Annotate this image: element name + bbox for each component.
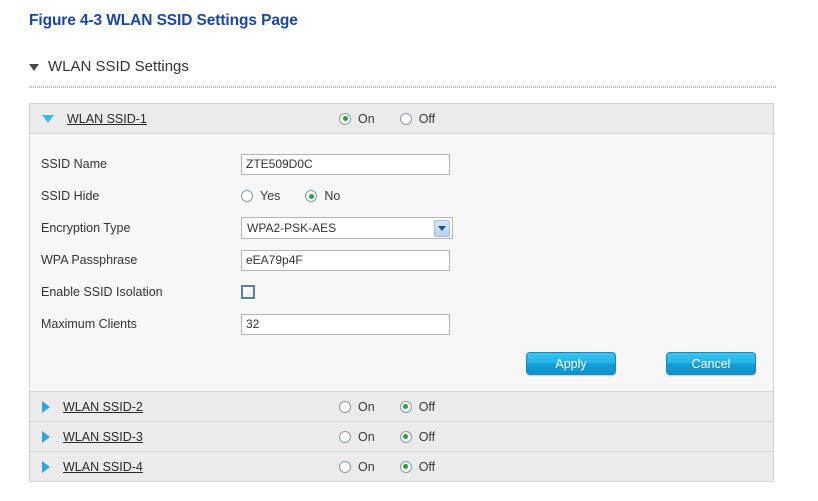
ssid-link-1[interactable]: WLAN SSID-1 (67, 112, 147, 126)
power-radio-group-3: On Off (339, 422, 435, 451)
ssid-header-2[interactable]: WLAN SSID-2 On Off (30, 392, 773, 422)
ssid-link-3[interactable]: WLAN SSID-3 (63, 430, 143, 444)
radio-off-1[interactable]: Off (399, 111, 436, 126)
radio-label-off-1: Off (418, 111, 436, 126)
ssid-name-input[interactable]: ZTE509D0C (241, 153, 450, 175)
row-maximum-clients: Maximum Clients 32 (30, 308, 773, 340)
ssid-link-4[interactable]: WLAN SSID-4 (63, 460, 143, 474)
maximum-clients-input[interactable]: 32 (241, 313, 450, 335)
encryption-type-value: WPA2-PSK-AES (247, 221, 337, 235)
radio-indicator-off-2[interactable] (399, 400, 412, 413)
row-ssid-hide: SSID Hide Yes No (30, 180, 773, 212)
triangle-right-icon[interactable] (42, 430, 50, 443)
radio-label-off-3: Off (418, 429, 436, 444)
radio-indicator-off-1[interactable] (399, 112, 412, 125)
radio-off-2[interactable]: Off (399, 399, 436, 414)
encryption-type-select[interactable]: WPA2-PSK-AES (241, 217, 453, 239)
radio-on-2[interactable]: On (339, 400, 375, 414)
ssid-header-3[interactable]: WLAN SSID-3 On Off (30, 422, 773, 452)
radio-indicator-off-4[interactable] (399, 460, 412, 473)
radio-label-on-4: On (358, 459, 375, 474)
power-radio-group-4: On Off (339, 452, 435, 481)
label-ssid-name: SSID Name (41, 157, 107, 171)
cancel-button[interactable]: Cancel (666, 352, 756, 375)
ssid-link-2[interactable]: WLAN SSID-2 (63, 400, 143, 414)
radio-on-1[interactable]: On (339, 112, 375, 126)
radio-label-on-2: On (358, 399, 375, 414)
row-ssid-isolation: Enable SSID Isolation (30, 276, 773, 308)
radio-indicator-off-3[interactable] (399, 430, 412, 443)
radio-indicator-on-4[interactable] (339, 460, 351, 473)
row-ssid-name: SSID Name ZTE509D0C (30, 148, 773, 180)
radio-label-hide-yes: Yes (260, 189, 281, 203)
power-radio-group-2: On Off (339, 392, 435, 421)
ssid-header-4[interactable]: WLAN SSID-4 On Off (30, 452, 773, 482)
radio-off-4[interactable]: Off (399, 459, 436, 474)
radio-on-4[interactable]: On (339, 460, 375, 474)
radio-indicator-on-2[interactable] (339, 400, 351, 413)
radio-label-on-1: On (358, 111, 375, 126)
radio-indicator-hide-yes[interactable] (241, 190, 253, 202)
ssid-isolation-checkbox[interactable] (241, 285, 255, 299)
radio-on-3[interactable]: On (339, 430, 375, 444)
form-actions: Apply Cancel (30, 352, 773, 375)
triangle-right-icon[interactable] (42, 460, 50, 473)
radio-indicator-on-3[interactable] (339, 430, 351, 443)
radio-hide-yes[interactable]: Yes (241, 189, 280, 203)
chevron-down-icon[interactable] (434, 219, 450, 237)
ssid-header-1[interactable]: WLAN SSID-1 On Off (30, 104, 773, 134)
label-ssid-hide: SSID Hide (41, 189, 100, 203)
triangle-down-icon (29, 64, 39, 71)
row-encryption-type: Encryption Type WPA2-PSK-AES (30, 212, 773, 244)
page-title: Figure 4-3 WLAN SSID Settings Page (29, 12, 298, 29)
radio-label-off-2: Off (418, 399, 436, 414)
radio-indicator-hide-no[interactable] (305, 190, 318, 202)
power-radio-group-1: On Off (339, 104, 435, 133)
ssid-hide-radio-group: Yes No (241, 189, 340, 203)
label-wpa-passphrase: WPA Passphrase (41, 253, 138, 267)
wlan-ssid-panel: WLAN SSID-1 On Off SSID Name ZTE509D0C S… (29, 103, 774, 482)
radio-indicator-on-1[interactable] (339, 112, 351, 125)
ssid-form-1: SSID Name ZTE509D0C SSID Hide Yes No Enc… (30, 134, 773, 392)
section-divider (29, 86, 776, 88)
row-wpa-passphrase: WPA Passphrase eEA79p4F (30, 244, 773, 276)
triangle-down-icon[interactable] (42, 114, 54, 123)
label-maximum-clients: Maximum Clients (41, 317, 137, 331)
radio-label-hide-no: No (324, 189, 341, 203)
radio-off-3[interactable]: Off (399, 429, 436, 444)
radio-label-off-4: Off (418, 459, 436, 474)
label-ssid-isolation: Enable SSID Isolation (41, 285, 163, 299)
radio-hide-no[interactable]: No (305, 189, 340, 203)
triangle-right-icon[interactable] (42, 400, 50, 413)
wpa-passphrase-input[interactable]: eEA79p4F (241, 249, 450, 271)
section-title: WLAN SSID Settings (48, 58, 189, 75)
section-header[interactable]: WLAN SSID Settings (29, 58, 189, 75)
radio-label-on-3: On (358, 429, 375, 444)
label-encryption-type: Encryption Type (41, 221, 131, 235)
apply-button[interactable]: Apply (526, 352, 616, 375)
